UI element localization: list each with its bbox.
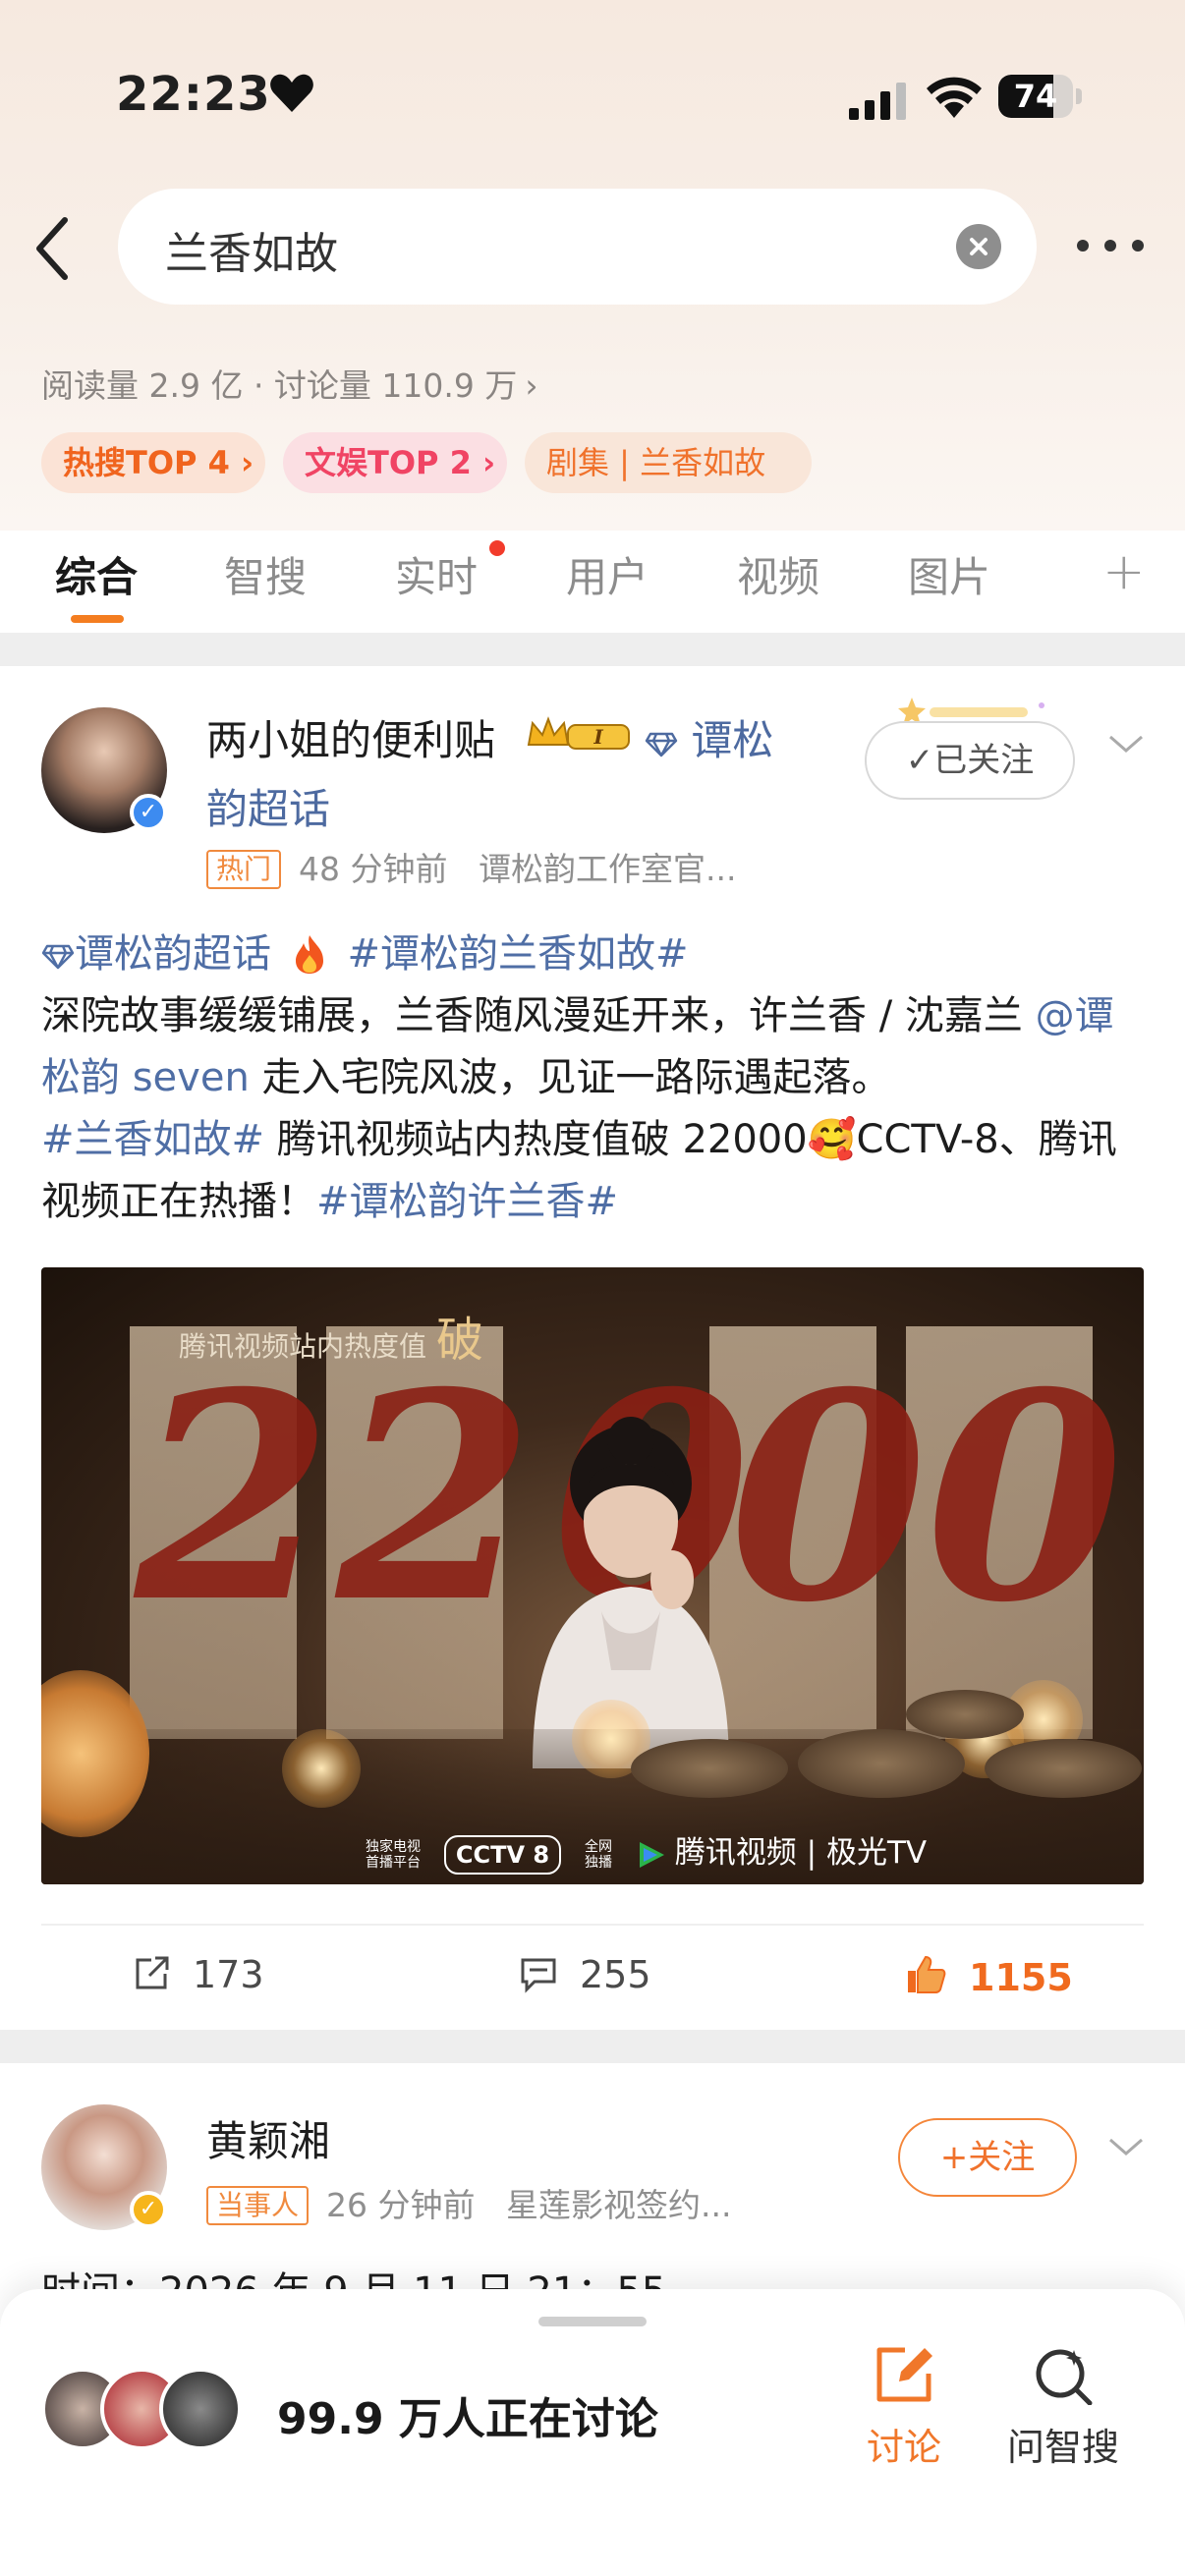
topic-stats-text: 阅读量 2.9 亿 · 讨论量 110.9 万 <box>41 366 518 405</box>
back-arrow-icon[interactable] <box>29 214 79 283</box>
hot-badge: 热门 <box>206 850 282 889</box>
tab-users[interactable]: 用户 <box>566 544 649 604</box>
drag-handle[interactable] <box>538 2317 647 2326</box>
post-meta: 热门 48 分钟前 谭松韵工作室官... <box>206 843 736 890</box>
chevron-down-icon[interactable] <box>1106 2132 1146 2161</box>
like-button[interactable]: 1155 <box>904 1953 1073 1999</box>
post-actions: 173 255 1155 <box>0 1926 1185 2030</box>
following-button[interactable]: ✓已关注 <box>865 721 1075 800</box>
follow-button[interactable]: +关注 <box>898 2118 1077 2197</box>
divider <box>0 2030 1185 2063</box>
search-input[interactable]: 兰香如故 <box>118 189 1037 305</box>
tab-smart-search[interactable]: 智搜 <box>224 544 307 604</box>
comment-icon <box>521 1958 556 1993</box>
hot-search-rank-pill[interactable]: 热搜TOP 4 › <box>41 432 265 493</box>
post-meta: 当事人 26 分钟前 星莲影视签约... <box>206 2179 731 2226</box>
battery-level: 74 <box>1013 78 1058 115</box>
tab-images[interactable]: 图片 <box>908 544 990 604</box>
battery-indicator: 74 <box>998 75 1082 118</box>
image-digit: 2 <box>135 1331 333 1665</box>
topic-stats[interactable]: 阅读量 2.9 亿 · 讨论量 110.9 万 › <box>41 360 538 407</box>
thumbs-up-icon <box>908 1955 946 1993</box>
verified-badge-icon: ✓ <box>130 794 167 831</box>
supertopic-inline-link[interactable]: 谭松韵超话 <box>41 931 271 977</box>
discuss-button[interactable]: 讨论 <box>845 2344 963 2471</box>
discussion-bar[interactable]: 99.9 万人正在讨论 讨论 问智搜 <box>0 2289 1185 2576</box>
member-crown-icon: I <box>527 716 630 750</box>
broadcast-logos: 独家电视 首播平台 CCTV 8 全网 独播 腾讯视频 | 极光TV <box>366 1827 927 1875</box>
divider <box>0 633 1185 666</box>
hashtag-link[interactable]: #兰香如故# <box>41 1117 264 1162</box>
heart-icon <box>270 74 313 112</box>
realtime-new-dot <box>489 540 505 556</box>
post-time: 26 分钟前 <box>326 2186 476 2224</box>
active-tab-indicator <box>71 615 124 623</box>
post-time: 48 分钟前 <box>299 850 448 888</box>
wifi-icon <box>927 77 982 118</box>
tab-bar: 综合 智搜 实时 用户 视频 图片 + <box>0 531 1185 633</box>
supertopic-link[interactable]: 谭松 <box>645 707 773 767</box>
repost-icon <box>136 1956 169 1989</box>
emoji: 🥰 <box>807 1117 857 1162</box>
drama-pill[interactable]: 剧集 | 兰香如故 <box>525 432 812 493</box>
chevron-down-icon[interactable] <box>1106 729 1146 758</box>
more-options-icon[interactable] <box>1075 226 1146 265</box>
image-digit: 0 <box>926 1331 1124 1665</box>
image-caption: 腾讯视频站内热度值破 <box>179 1313 484 1368</box>
tencent-video-logo-icon <box>639 1841 664 1868</box>
hashtag-link[interactable]: #谭松韵许兰香# <box>316 1179 618 1224</box>
post-image[interactable]: 2 2 0 0 0 腾讯视频站内热度值破 独家电视首播平台 CCTV 8 全网独… <box>41 1267 1144 1884</box>
image-digit: 0 <box>729 1331 928 1665</box>
clear-search-button[interactable] <box>956 224 1001 269</box>
party-badge: 当事人 <box>206 2186 310 2225</box>
compose-icon <box>876 2347 932 2402</box>
diamond-icon <box>41 944 75 970</box>
search-query[interactable]: 兰香如故 <box>165 218 338 281</box>
add-tab-icon[interactable]: + <box>1102 542 1146 601</box>
status-bar: 22:23 74 <box>0 59 1185 138</box>
comment-button[interactable]: 255 <box>519 1953 651 1996</box>
close-icon <box>970 238 988 255</box>
cellular-signal-icon <box>849 83 906 120</box>
avatar <box>159 2368 242 2450</box>
post-author[interactable]: 两小姐的便利贴 <box>206 707 495 767</box>
post-author[interactable]: 黄颖湘 <box>206 2108 330 2168</box>
ask-smart-search-button[interactable]: 问智搜 <box>1004 2344 1122 2471</box>
cctv8-logo: CCTV 8 <box>443 1834 562 1875</box>
clock: 22:23 <box>116 67 271 122</box>
post-text: 谭松韵超话 #谭松韵兰香如故# 深院故事缓缓铺展，兰香随风漫延开来，许兰香 / … <box>41 931 1117 1224</box>
hashtag-link[interactable]: #谭松韵兰香如故# <box>347 931 688 977</box>
diamond-icon <box>645 732 678 756</box>
fire-icon <box>295 935 323 974</box>
discussing-count: 99.9 万人正在讨论 <box>277 2394 658 2444</box>
tab-comprehensive[interactable]: 综合 <box>55 544 138 604</box>
chevron-right-icon: › <box>525 366 538 405</box>
entertainment-rank-pill[interactable]: 文娱TOP 2 › <box>283 432 507 493</box>
post-source[interactable]: 星莲影视签约... <box>506 2186 731 2224</box>
post-card[interactable]: ✓ 两小姐的便利贴 I 谭松 韵超话 热门 48 分钟前 谭松韵工作室官... ✓… <box>0 666 1185 2030</box>
tab-videos[interactable]: 视频 <box>737 544 819 604</box>
post-source[interactable]: 谭松韵工作室官... <box>479 850 736 888</box>
tab-realtime[interactable]: 实时 <box>395 544 478 604</box>
repost-button[interactable]: 173 <box>132 1953 264 1996</box>
supertopic-link-cont[interactable]: 韵超话 <box>206 776 330 836</box>
crown-level: I <box>592 725 603 749</box>
verified-badge-icon: ✓ <box>130 2191 167 2228</box>
smart-search-icon <box>1036 2349 1093 2405</box>
